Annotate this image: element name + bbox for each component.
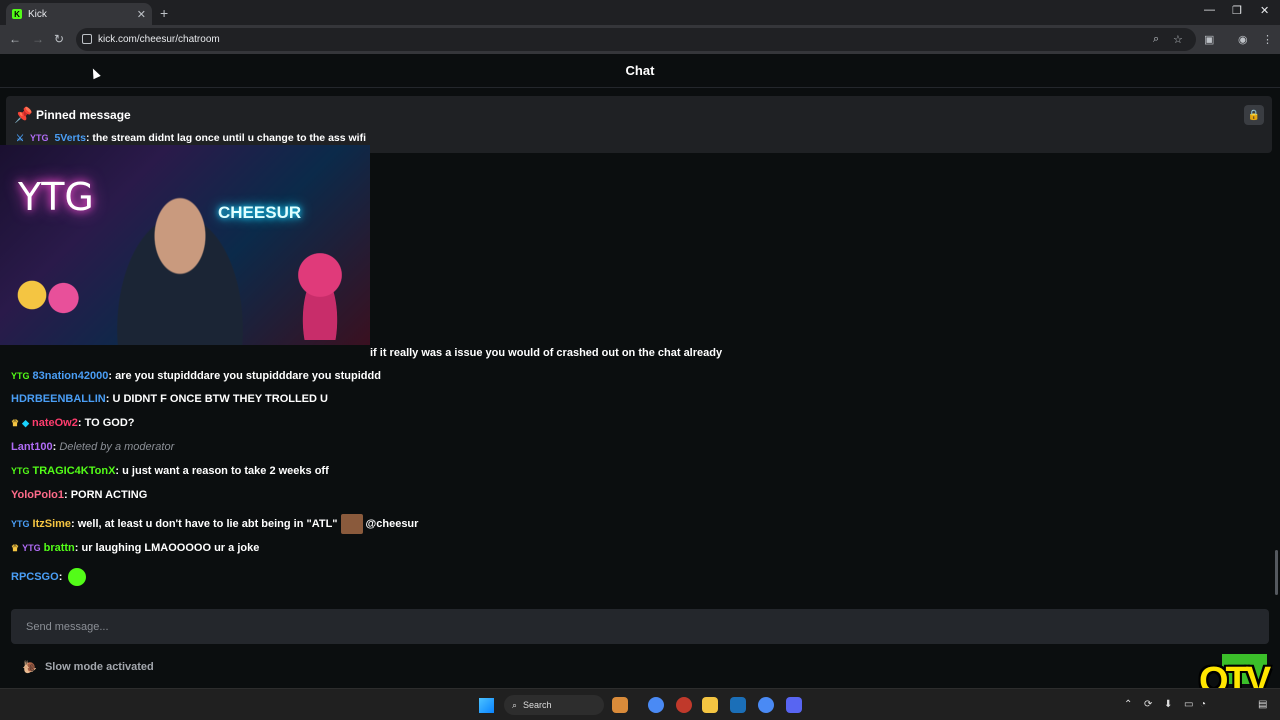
send-message-input[interactable]: [11, 609, 1269, 644]
extensions-icon[interactable]: ▣: [1204, 33, 1214, 46]
message-text: : PORN ACTING: [63, 489, 148, 501]
tray-app-icon[interactable]: ▭: [1184, 699, 1193, 710]
ytg-badge-icon: YTG: [11, 466, 30, 476]
chat-username[interactable]: 83nation42000: [33, 370, 109, 382]
steam-icon[interactable]: [730, 697, 746, 713]
chat-message: YTG TRAGIC4KTonX: u just want a reason t…: [11, 465, 329, 477]
file-explorer-icon[interactable]: [702, 697, 718, 713]
wifi-icon[interactable]: ◔: [1200, 699, 1206, 710]
tray-app-icon[interactable]: ⟳: [1144, 699, 1152, 710]
chat-username[interactable]: ItzSime: [33, 518, 72, 530]
chat-username[interactable]: YoloPolo1: [11, 489, 64, 501]
taskbar-app-icon[interactable]: [612, 697, 628, 713]
chat-message: YoloPolo1: PORN ACTING: [11, 489, 147, 501]
pinned-message-text: ⚔ YTG 5Verts: the stream didnt lag once …: [16, 132, 366, 144]
bookmark-star-icon[interactable]: ☆: [1173, 33, 1183, 46]
chat-header: Chat: [0, 54, 1280, 88]
message-text: : are you stupidddare you stupidddare yo…: [108, 370, 381, 382]
pinned-text: : the stream didnt lag once until u chan…: [85, 132, 367, 144]
message-text: if it really was a issue you would of cr…: [370, 347, 723, 359]
slow-mode-text: Slow mode activated: [44, 661, 154, 673]
close-tab-icon[interactable]: ✕: [137, 8, 146, 21]
chat-message: ♛ ◆ nateOw2: TO GOD?: [11, 417, 135, 429]
windows-start-icon[interactable]: [479, 698, 494, 713]
discord-icon[interactable]: [786, 697, 802, 713]
windows-taskbar: ⌕ Search ⌃ ⟳ ⬇ ▭ ◔ ▤: [0, 688, 1280, 720]
green-emote-icon: [68, 568, 87, 586]
menu-icon[interactable]: ⋮: [1262, 33, 1273, 46]
message-text: : u just want a reason to take 2 weeks o…: [115, 465, 329, 477]
restore-icon[interactable]: ❐: [1232, 4, 1242, 17]
chrome-icon[interactable]: [758, 697, 774, 713]
neon-sign-ytg: YTG: [18, 175, 94, 219]
chat-message: ♛ YTG brattn: ur laughing LMAOOOOO ur a …: [11, 542, 259, 554]
pin-icon: 📌: [14, 107, 33, 124]
profile-icon[interactable]: ◉: [1238, 33, 1248, 46]
chatroom-page: Chat 📌 Pinned message ⚔ YTG 5Verts: the …: [0, 54, 1280, 702]
chat-username[interactable]: Lant100: [11, 441, 53, 453]
pinned-username[interactable]: 5Verts: [54, 132, 86, 144]
chat-username[interactable]: brattn: [44, 542, 75, 554]
ytg-badge-icon: YTG: [11, 519, 30, 529]
chat-message: YTG 83nation42000: are you stupidddare y…: [11, 370, 381, 382]
browser-tab-bar: K Kick ✕ + — ❐ ✕: [0, 0, 1280, 25]
webcam-overlay: YTG CHEESUR: [0, 145, 370, 345]
chat-message: YTG ItzSime: well, at least u don't have…: [11, 514, 418, 534]
emote-image: [340, 514, 363, 534]
site-info-icon[interactable]: [82, 34, 92, 44]
message-text: : TO GOD?: [77, 417, 135, 429]
chat-username[interactable]: HDRBEENBALLIN: [11, 393, 106, 405]
lock-icon[interactable]: 🔒: [1244, 105, 1264, 125]
message-text: : ur laughing LMAOOOOO ur a joke: [74, 542, 260, 554]
chat-username[interactable]: RPCSGO: [11, 571, 59, 583]
kick-favicon-icon: K: [12, 9, 22, 19]
zoom-icon[interactable]: ⌕: [1153, 33, 1159, 46]
chat-scrollbar[interactable]: [1275, 550, 1278, 595]
streamer-silhouette: [100, 185, 260, 345]
crown-icon: ♛: [11, 417, 20, 428]
message-text: : U DIDNT F ONCE BTW THEY TROLLED U: [105, 393, 328, 405]
close-window-icon[interactable]: ✕: [1260, 4, 1269, 17]
ytg-badge-icon: YTG: [30, 133, 49, 143]
sword-badge-icon: ⚔: [16, 133, 25, 143]
browser-tab[interactable]: K Kick ✕: [6, 3, 152, 25]
chat-message: HDRBEENBALLIN: U DIDNT F ONCE BTW THEY T…: [11, 393, 328, 405]
message-text: :: [58, 571, 63, 583]
forward-icon[interactable]: →: [32, 32, 44, 46]
chat-message: RPCSGO:: [11, 568, 87, 586]
url-text: kick.com/cheesur/chatroom: [98, 34, 220, 45]
ytg-badge-icon: YTG: [22, 543, 41, 553]
snail-icon: 🐌: [22, 660, 37, 674]
taskbar-app-icon[interactable]: [676, 697, 692, 713]
chat-username[interactable]: nateOw2: [32, 417, 78, 429]
taskbar-search[interactable]: ⌕ Search: [504, 695, 604, 715]
back-icon[interactable]: ←: [9, 32, 21, 46]
crown-icon: ♛: [11, 542, 20, 553]
chrome-icon[interactable]: [648, 697, 664, 713]
deleted-message-text: Deleted by a moderator: [59, 441, 175, 453]
browser-toolbar: ← → ↻ kick.com/cheesur/chatroom ⌕ ☆ ▣ ◉ …: [0, 25, 1280, 54]
ytg-badge-icon: YTG: [11, 371, 30, 381]
taskbar-search-label: Search: [523, 700, 552, 710]
gem-icon: ◆: [22, 417, 29, 428]
plush-toy: [290, 240, 350, 340]
tab-title: Kick: [28, 8, 47, 20]
message-text: : well, at least u don't have to lie abt…: [71, 518, 338, 530]
pinned-title: Pinned message: [36, 108, 131, 122]
plush-toys: [5, 265, 95, 325]
chat-username[interactable]: TRAGIC4KTonX: [33, 465, 116, 477]
new-tab-icon[interactable]: +: [160, 5, 168, 21]
tray-chevron-icon[interactable]: ⌃: [1124, 699, 1132, 710]
reload-icon[interactable]: ↻: [54, 32, 64, 46]
search-icon: ⌕: [512, 699, 518, 710]
chat-message: Lant100: Deleted by a moderator: [11, 441, 175, 453]
address-bar[interactable]: kick.com/cheesur/chatroom: [76, 28, 1196, 51]
notification-icon[interactable]: ▤: [1258, 699, 1267, 710]
tray-app-icon[interactable]: ⬇: [1164, 699, 1172, 710]
chat-message: if it really was a issue you would of cr…: [370, 347, 722, 359]
mention-text[interactable]: @cheesur: [366, 518, 419, 530]
slow-mode-indicator: 🐌 Slow mode activated: [22, 660, 154, 674]
minimize-icon[interactable]: —: [1204, 4, 1215, 16]
